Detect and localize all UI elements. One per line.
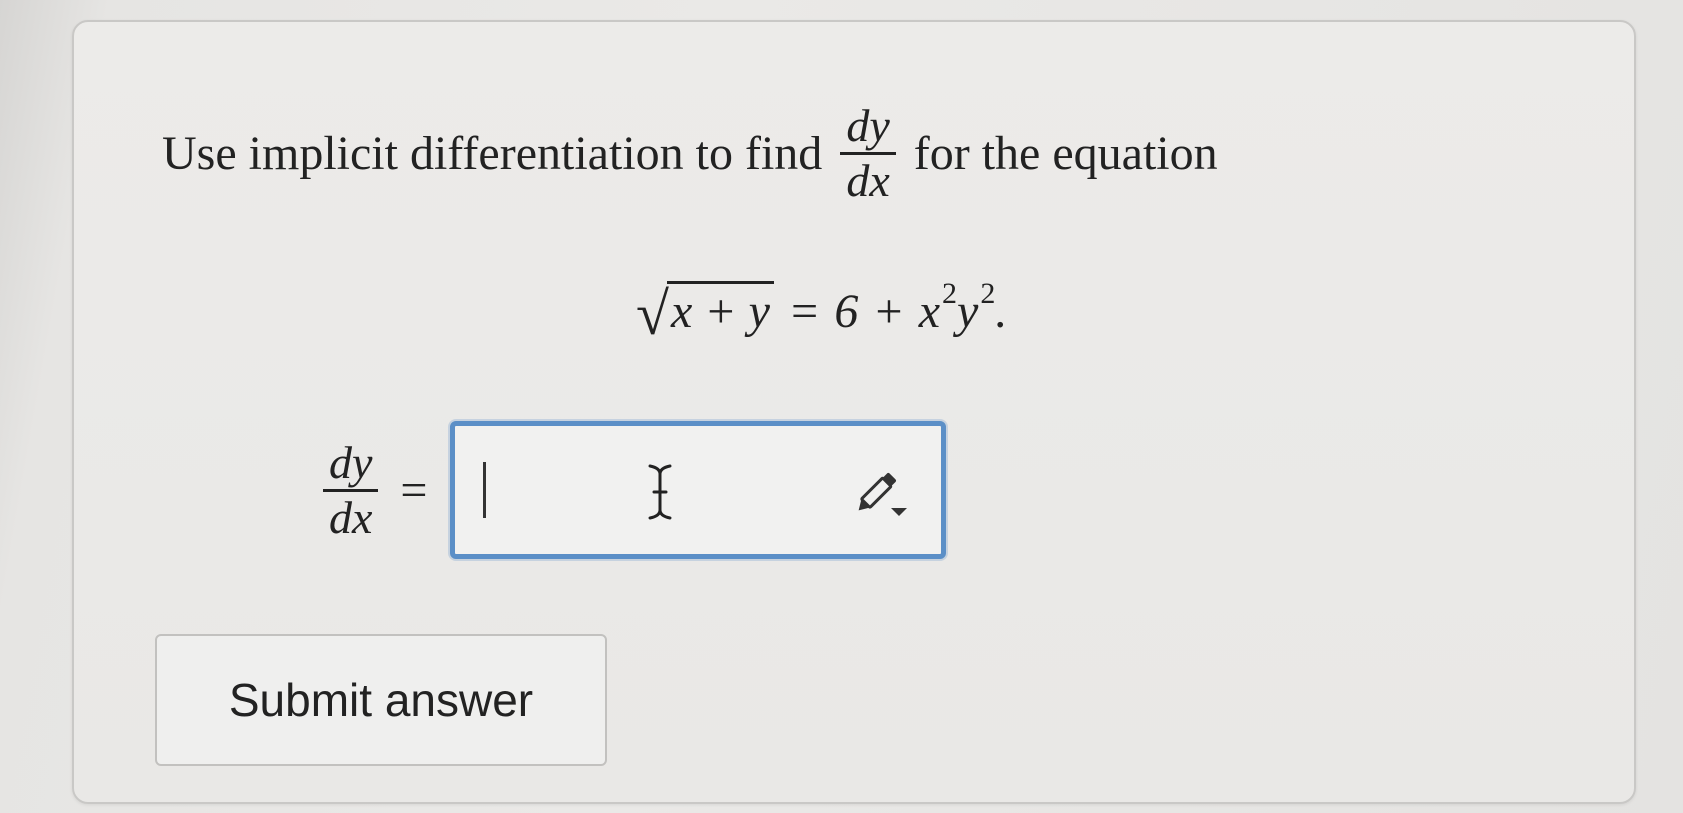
- pencil-dropdown-icon[interactable]: [855, 468, 909, 522]
- answer-frac-denominator: dx: [329, 491, 373, 543]
- prompt-derivative-fraction: dy dx: [840, 99, 896, 207]
- term-y-exponent: 2: [980, 277, 996, 310]
- answer-input[interactable]: [449, 421, 946, 559]
- question-prompt: Use implicit differentiation to find dy …: [162, 88, 1218, 218]
- equation-term-y: y2: [957, 266, 995, 340]
- equation-term-x: x2: [919, 266, 957, 340]
- prompt-frac-denominator: dx: [846, 154, 890, 206]
- submit-answer-button[interactable]: Submit answer: [155, 634, 607, 766]
- answer-lhs-fraction: dy dx: [323, 436, 379, 544]
- prompt-suffix: for the equation: [913, 126, 1218, 180]
- answer-row: dy dx =: [305, 415, 946, 565]
- answer-frac-numerator: dy: [329, 436, 373, 488]
- term-x-exponent: 2: [942, 277, 958, 310]
- text-caret: [482, 462, 486, 518]
- equation-radicand: x + y: [666, 281, 774, 340]
- term-y-base: y: [957, 285, 979, 338]
- answer-equals: =: [400, 463, 428, 517]
- prompt-frac-numerator: dy: [846, 99, 890, 151]
- term-x-base: x: [918, 285, 941, 338]
- given-equation: √ x + y = 6 + x2 y2 .: [636, 250, 1008, 344]
- equation-period: .: [995, 285, 1008, 338]
- equation-equals: =: [787, 285, 821, 338]
- sqrt-icon: √: [636, 281, 669, 347]
- ibeam-cursor-icon: [648, 464, 671, 520]
- equation-plus: +: [872, 285, 905, 338]
- prompt-prefix: Use implicit differentiation to find: [162, 126, 823, 180]
- equation-constant: 6: [834, 285, 859, 338]
